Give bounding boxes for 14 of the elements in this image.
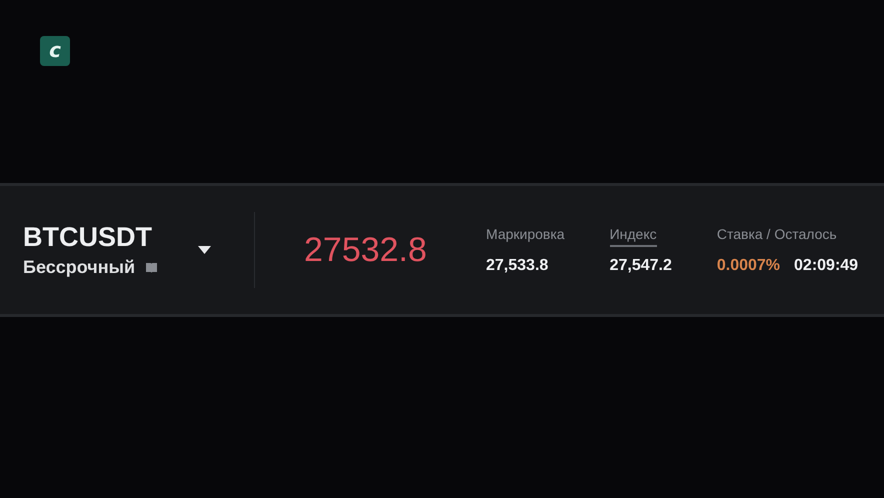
- stat-value: 27,547.2: [610, 256, 672, 274]
- symbol-name[interactable]: BTCUSDT: [23, 222, 158, 253]
- last-price: 27532.8: [304, 230, 428, 270]
- stat-value: 27,533.8: [486, 256, 548, 274]
- stat-value: 02:09:49: [794, 256, 858, 274]
- caret-icon[interactable]: [198, 246, 212, 254]
- contract-type: Бессрочный: [23, 257, 136, 278]
- stat-label: Маркировка: [486, 226, 565, 244]
- logo-icon[interactable]: c: [40, 36, 70, 66]
- stat-label: Индекс: [610, 226, 657, 246]
- logo-letter: c: [49, 40, 61, 60]
- book-icon[interactable]: [145, 262, 158, 274]
- stat-value: 0.0007%: [716, 256, 780, 274]
- stat-label: Ставка / Осталось: [716, 226, 837, 244]
